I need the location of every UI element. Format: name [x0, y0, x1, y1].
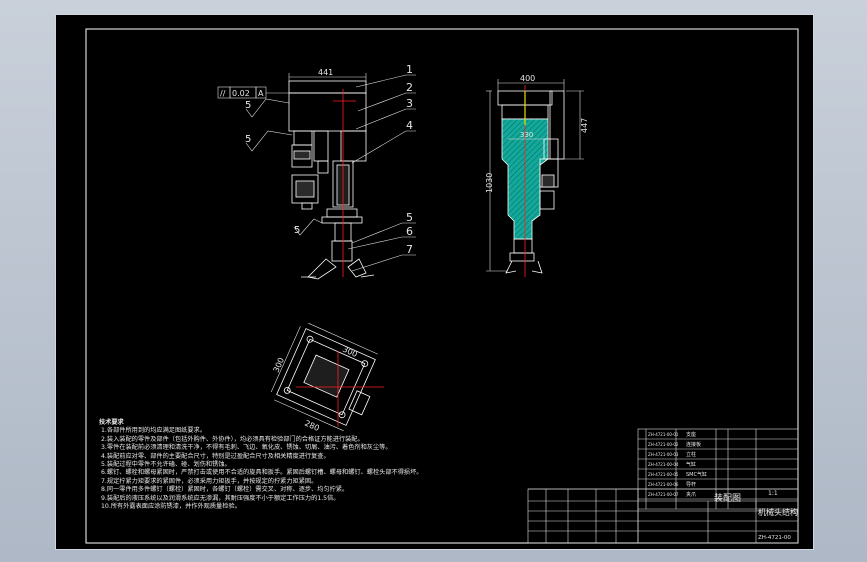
dim-side-inner: 330 [520, 131, 533, 139]
balloon-5: 5 [406, 211, 413, 224]
drawing-sheet: 441 // 0.02 A 5 5 5 1 2 3 4 5 6 7 400 44… [55, 14, 814, 550]
dim-front-width: 441 [318, 68, 333, 77]
part-name-4: 气缸 [686, 461, 696, 468]
part-name-6: 导杆 [686, 481, 696, 488]
part-name-1: 支座 [686, 431, 696, 438]
part-name-3: 立柱 [686, 451, 696, 458]
dim-bottom-height: 300 [272, 356, 286, 374]
surface-mark-1: 5 [245, 100, 251, 111]
part-code-2: ZH-4721-00-02 [648, 442, 679, 447]
balloon-4: 4 [406, 119, 413, 132]
balloon-7: 7 [406, 243, 413, 256]
side-view-gripper [505, 260, 543, 274]
part-code-4: ZH-4721-00-04 [648, 462, 679, 467]
surface-mark-2: 5 [245, 134, 251, 145]
surface-mark-3: 5 [294, 225, 300, 236]
note-line-1: 1.各部件所用到的均应满足图纸要求。 [101, 427, 206, 435]
part-code-3: ZH-4721-00-03 [648, 452, 679, 457]
part-name-5: SMC气缸 [686, 471, 707, 478]
note-line-7: 7.规定拧紧力矩要求的紧固件，必须采用力矩扳手，并按规定的拧紧力矩紧固。 [101, 477, 318, 485]
title-drawing-type: 装配图 [714, 492, 741, 504]
tolerance-datum: A [258, 89, 264, 98]
balloon-6: 6 [406, 225, 413, 238]
bottom-view [270, 322, 378, 432]
note-line-8: 8.同一零件用多件螺钉（螺栓）紧固时，各螺钉（螺栓）需交叉、对称、逐步、均匀拧紧… [101, 486, 349, 494]
title-drawing-number: ZH-4721-00 [758, 535, 791, 541]
balloon-1: 1 [406, 63, 413, 76]
side-view [497, 90, 565, 262]
part-code-1: ZH-4721-00-01 [648, 432, 679, 437]
tolerance-symbol: // [220, 89, 226, 98]
part-name-2: 连接板 [686, 441, 701, 448]
technical-notes: 技术要求 1.各部件所用到的均应满足图纸要求。 2.装入装配的零件及部件（包括外… [99, 419, 621, 511]
note-line-4: 4.装配前应对零、部件的主要配合尺寸，特别是过盈配合尺寸及相关精度进行复查。 [101, 452, 330, 460]
title-scale: 1:1 [768, 490, 778, 497]
note-line-10: 10.所有外露表面应涂防锈漆，并作外观质量检验。 [101, 503, 241, 511]
part-code-7: ZH-4721-00-07 [648, 492, 679, 497]
dim-side-upper: 447 [580, 118, 589, 133]
part-code-6: ZH-4721-00-06 [648, 482, 679, 487]
note-line-9: 9.装配后的液压系统以及润滑系统应无渗漏，其耐压强度不小于额定工作压力的1.5倍… [101, 494, 340, 502]
note-line-2: 2.装入装配的零件及部件（包括外购件、外协件），均必须具有检验部门的合格证方能进… [101, 435, 364, 443]
note-line-3: 3.零件在装配前必须清理和清洗干净，不得有毛刺、飞边、氧化皮、锈蚀、切屑、油污、… [101, 444, 392, 452]
tolerance-frame [217, 86, 289, 99]
balloon-2: 2 [406, 81, 413, 94]
tolerance-value: 0.02 [232, 89, 250, 98]
dim-side-total: 1030 [485, 173, 494, 193]
note-line-6: 6.螺钉、螺栓和螺母紧固时，严禁打击或使用不合适的旋具和扳手。紧固后螺钉槽、螺母… [101, 469, 423, 477]
part-name-7: 夹爪 [686, 491, 696, 498]
title-part-name: 机械头结构 [758, 507, 798, 517]
front-view [288, 80, 375, 280]
part-code-5: ZH-4721-00-05 [648, 472, 679, 477]
dim-side-width: 400 [520, 74, 535, 83]
balloon-3: 3 [406, 97, 413, 110]
